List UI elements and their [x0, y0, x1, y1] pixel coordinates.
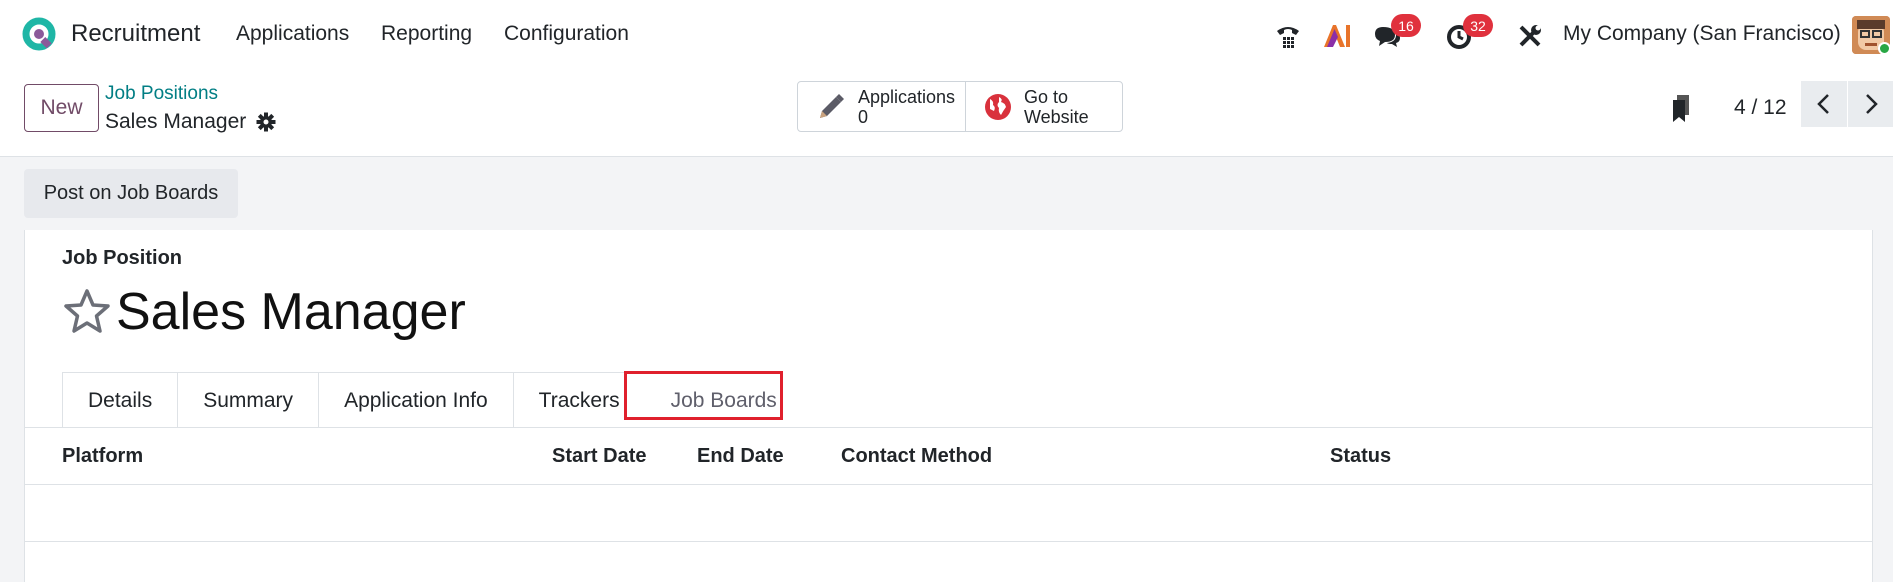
post-on-job-boards-button[interactable]: Post on Job Boards [24, 169, 238, 218]
pager-previous-button[interactable] [1801, 81, 1847, 127]
activities-badge: 32 [1463, 14, 1493, 37]
smart-buttons: Applications 0 Go to Website [797, 81, 1123, 132]
pencil-icon [820, 93, 844, 118]
ai-icon[interactable] [1321, 20, 1353, 52]
breadcrumb-current: Sales Manager [105, 110, 276, 134]
app-name[interactable]: Recruitment [71, 20, 200, 48]
job-title[interactable]: Sales Manager [116, 282, 466, 342]
website-label-line1: Go to [1023, 86, 1068, 107]
gear-icon[interactable] [256, 112, 276, 132]
tab-trackers[interactable]: Trackers [512, 372, 645, 428]
menu-reporting[interactable]: Reporting [381, 22, 472, 46]
menu-configuration[interactable]: Configuration [504, 22, 629, 46]
go-to-website-button[interactable]: Go to Website [966, 82, 1122, 131]
record-name: Sales Manager [105, 110, 247, 133]
menu-applications[interactable]: Applications [236, 22, 349, 46]
globe-icon [984, 93, 1011, 120]
table-header: Platform Start Date End Date Contact Met… [25, 428, 1872, 485]
tab-details[interactable]: Details [62, 372, 178, 428]
job-position-label: Job Position [62, 247, 182, 269]
messages-icon[interactable]: 16 [1371, 14, 1421, 52]
tab-job-boards[interactable]: Job Boards [644, 372, 803, 428]
debug-tools-icon[interactable] [1514, 20, 1546, 52]
messages-badge: 16 [1391, 14, 1421, 37]
pager-value[interactable]: 4 / 12 [1734, 96, 1787, 120]
tab-application-info[interactable]: Application Info [318, 372, 513, 428]
column-status[interactable]: Status [1330, 445, 1391, 468]
pager-next-button[interactable] [1848, 81, 1893, 127]
activities-clock-icon[interactable]: 32 [1443, 14, 1493, 52]
breadcrumb-job-positions[interactable]: Job Positions [105, 83, 218, 105]
star-icon[interactable] [62, 288, 112, 336]
control-panel: New Job Positions Sales Manager Applicat… [0, 70, 1893, 157]
website-label-line2: Website [1023, 106, 1089, 127]
column-start-date[interactable]: Start Date [552, 445, 646, 468]
form-sheet: Job Position Sales Manager Details Summa… [24, 230, 1873, 582]
empty-row-divider [25, 541, 1872, 542]
applications-label: Applications [858, 86, 956, 107]
title-row: Sales Manager [62, 282, 466, 342]
new-button[interactable]: New [24, 84, 99, 132]
recruitment-logo-icon[interactable] [22, 17, 56, 51]
online-status-icon [1878, 42, 1891, 55]
phone-icon[interactable] [1272, 20, 1304, 52]
column-contact-method[interactable]: Contact Method [841, 445, 992, 468]
column-platform[interactable]: Platform [62, 445, 143, 468]
chevron-left-icon [1817, 94, 1829, 114]
notebook-tabs: Details Summary Application Info Tracker… [62, 372, 803, 428]
column-end-date[interactable]: End Date [697, 445, 784, 468]
tab-summary[interactable]: Summary [177, 372, 319, 428]
company-switcher[interactable]: My Company (San Francisco) [1563, 22, 1841, 46]
bookmark-icon[interactable] [1670, 94, 1694, 124]
chevron-right-icon [1866, 94, 1878, 114]
applications-count: 0 [858, 106, 869, 127]
top-navbar: Recruitment Applications Reporting Confi… [0, 0, 1893, 70]
applications-smart-button[interactable]: Applications 0 [798, 82, 966, 131]
